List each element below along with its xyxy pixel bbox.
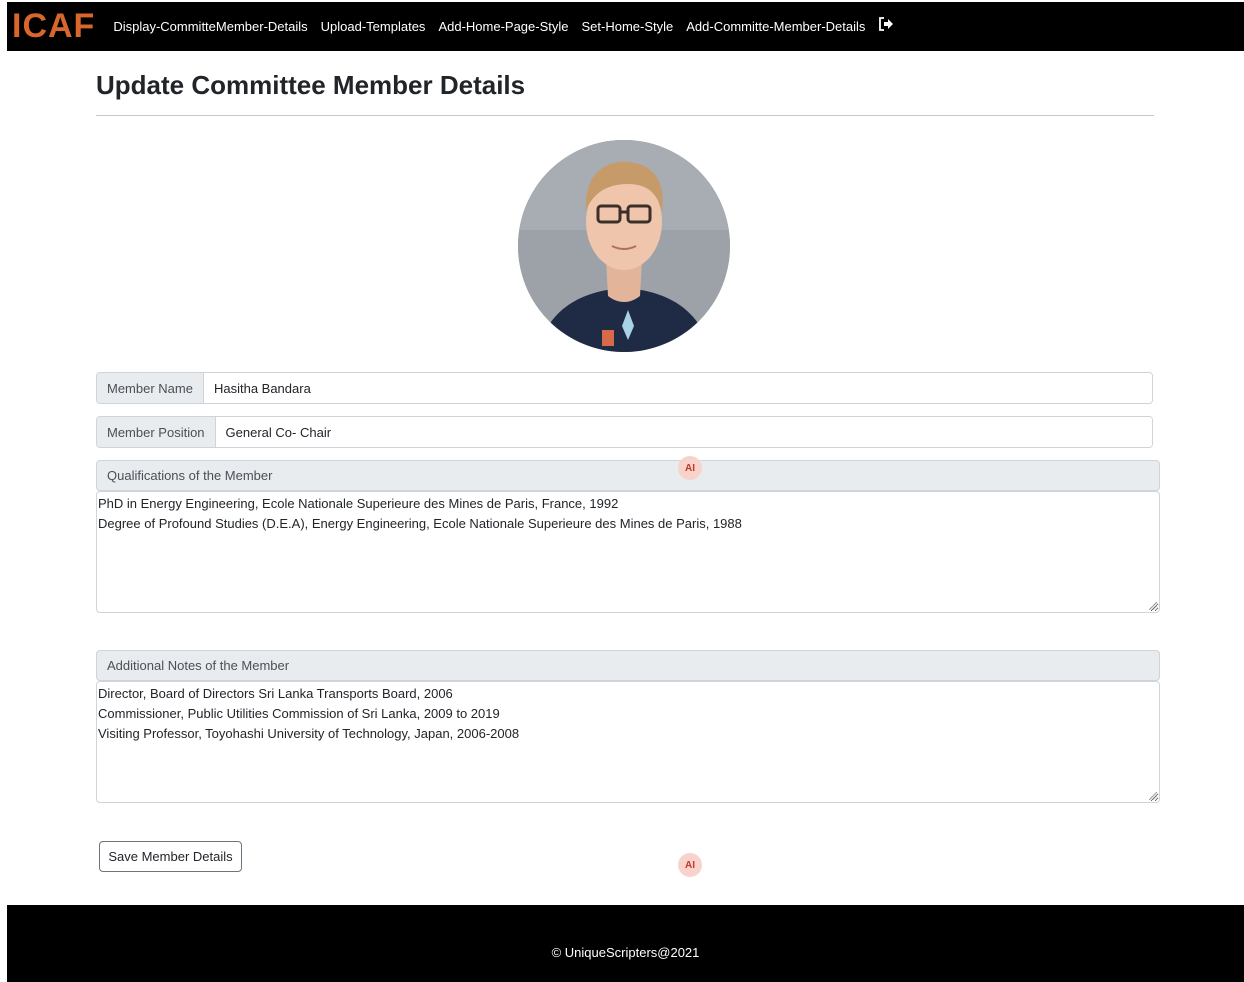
member-position-input[interactable] bbox=[215, 417, 1152, 447]
notes-header: Additional Notes of the Member bbox=[96, 650, 1160, 681]
footer-copyright: © UniqueScripters@2021 bbox=[551, 945, 700, 960]
nav-item-upload-templates[interactable]: Upload-Templates bbox=[321, 19, 426, 34]
member-name-input[interactable] bbox=[203, 373, 1152, 403]
member-position-label: Member Position bbox=[97, 417, 216, 447]
member-name-group: Member Name bbox=[96, 372, 1153, 404]
member-name-label: Member Name bbox=[97, 373, 204, 403]
qualification-line: Degree of Profound Studies (D.E.A), Ener… bbox=[98, 516, 742, 531]
ai-assist-badge[interactable]: AI bbox=[678, 853, 702, 877]
nav-item-set-home-style[interactable]: Set-Home-Style bbox=[582, 19, 674, 34]
brand-logo[interactable]: ICAF bbox=[7, 2, 95, 51]
notes-textarea[interactable]: Director, Board of Directors Sri Lanka T… bbox=[96, 681, 1160, 803]
qualifications-textarea[interactable]: PhD in Energy Engineering, Ecole Nationa… bbox=[96, 491, 1160, 613]
ai-assist-badge[interactable]: AI bbox=[678, 456, 702, 480]
note-line: Visiting Professor, Toyohashi University… bbox=[98, 726, 520, 741]
resize-grip-icon[interactable] bbox=[1149, 602, 1157, 610]
member-avatar bbox=[518, 140, 730, 352]
page-footer: © UniqueScripters@2021 bbox=[7, 905, 1244, 982]
top-navbar: ICAF Display-CommitteMember-Details Uplo… bbox=[7, 2, 1244, 51]
resize-grip-icon[interactable] bbox=[1149, 792, 1157, 800]
member-photo-icon bbox=[518, 140, 730, 352]
note-line: Commissioner, Public Utilities Commissio… bbox=[98, 706, 500, 721]
nav-links: Display-CommitteMember-Details Upload-Te… bbox=[113, 16, 894, 34]
member-position-group: Member Position bbox=[96, 416, 1153, 448]
qualification-line: PhD in Energy Engineering, Ecole Nationa… bbox=[98, 496, 619, 511]
qualifications-header: Qualifications of the Member bbox=[96, 460, 1160, 491]
nav-item-add-committee-member-details[interactable]: Add-Committe-Member-Details bbox=[686, 19, 865, 34]
note-line: Director, Board of Directors Sri Lanka T… bbox=[98, 686, 453, 701]
title-divider bbox=[96, 115, 1154, 116]
nav-item-display-committee-member-details[interactable]: Display-CommitteMember-Details bbox=[113, 19, 307, 34]
save-member-details-button[interactable]: Save Member Details bbox=[99, 841, 242, 872]
logo-text: ICAF bbox=[12, 7, 96, 45]
page-title: Update Committee Member Details bbox=[96, 70, 526, 100]
nav-item-add-home-page-style[interactable]: Add-Home-Page-Style bbox=[438, 19, 568, 34]
sign-out-icon[interactable] bbox=[878, 16, 894, 32]
